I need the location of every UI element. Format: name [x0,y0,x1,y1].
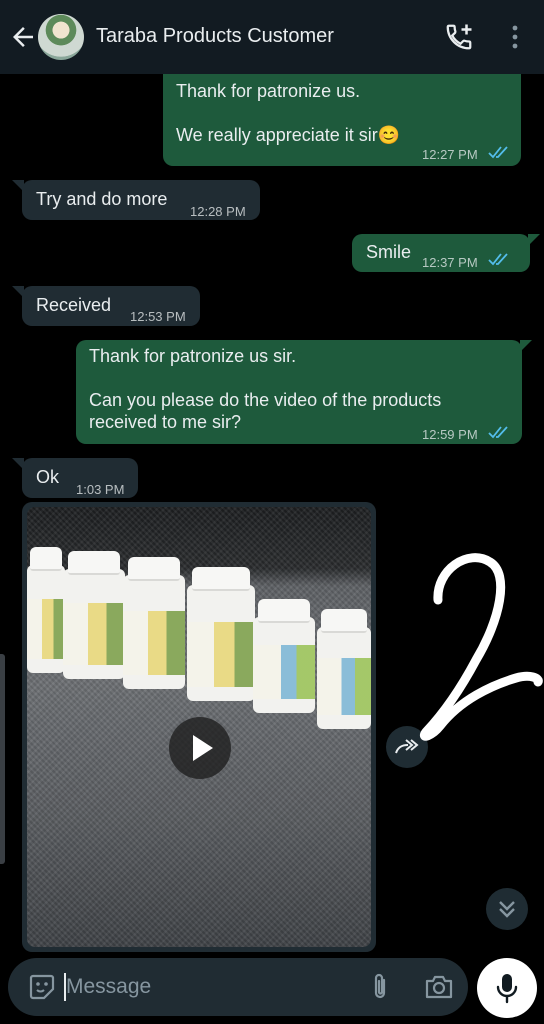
product-bottle [187,567,255,701]
message-input[interactable]: Message [66,975,151,999]
product-bottle [63,551,125,679]
bubble-tail [528,234,540,246]
video-message[interactable] [22,502,376,952]
message-bubble-outgoing[interactable]: Thank for patronize us. We really apprec… [163,74,521,166]
message-text: Try and do more [36,189,168,209]
message-time: 12:28 PM [190,204,246,219]
message-bubble-outgoing[interactable]: Smile 12:37 PM [352,234,540,272]
product-bottle [317,609,371,729]
message-text: Thank for patronize us sir. Can you plea… [89,346,442,432]
bubble-tail [12,286,24,298]
chat-header: Taraba Products Customer [0,0,544,74]
message-time: 12:37 PM [422,255,478,270]
message-time: 1:03 PM [76,482,125,497]
arrow-left-icon[interactable] [8,22,38,52]
product-bottle [253,599,315,713]
bubble-tail [12,180,24,192]
sticker-icon[interactable] [28,973,56,1001]
camera-icon[interactable] [424,973,454,1001]
message-time: 12:27 PM [422,147,478,162]
paperclip-icon[interactable] [368,972,392,1002]
message-text: Received [36,295,112,315]
bubble-tail [12,458,24,470]
bubble-tail [520,340,532,352]
double-check-icon [488,146,508,159]
double-check-icon [488,253,508,266]
scroll-to-bottom-button[interactable] [486,888,528,930]
message-text: Thank for patronize us. We really apprec… [176,81,401,145]
add-call-icon[interactable] [444,22,474,52]
video-thumbnail[interactable] [27,507,371,947]
message-bubble-incoming[interactable]: Ok 1:03 PM [12,458,138,498]
product-bottle [27,547,65,673]
message-composer: Message [8,958,468,1016]
double-check-icon [488,426,508,439]
handwritten-annotation [420,553,543,741]
message-bubble-incoming[interactable]: Try and do more 12:28 PM [12,180,260,220]
message-time: 12:53 PM [130,309,186,324]
message-bubble-outgoing[interactable]: Thank for patronize us sir. Can you plea… [76,340,532,444]
more-vert-icon[interactable] [510,24,520,50]
edge-handle[interactable] [0,654,5,864]
message-text: Ok [36,467,60,487]
message-time: 12:59 PM [422,427,478,442]
avatar[interactable] [38,14,84,60]
voice-record-button[interactable] [477,958,537,1018]
message-bubble-incoming[interactable]: Received 12:53 PM [12,286,200,326]
message-text: Smile [366,242,412,262]
product-bottle [123,557,185,689]
mic-icon [496,974,518,1004]
contact-name[interactable]: Taraba Products Customer [96,25,334,48]
play-icon[interactable] [169,717,231,779]
